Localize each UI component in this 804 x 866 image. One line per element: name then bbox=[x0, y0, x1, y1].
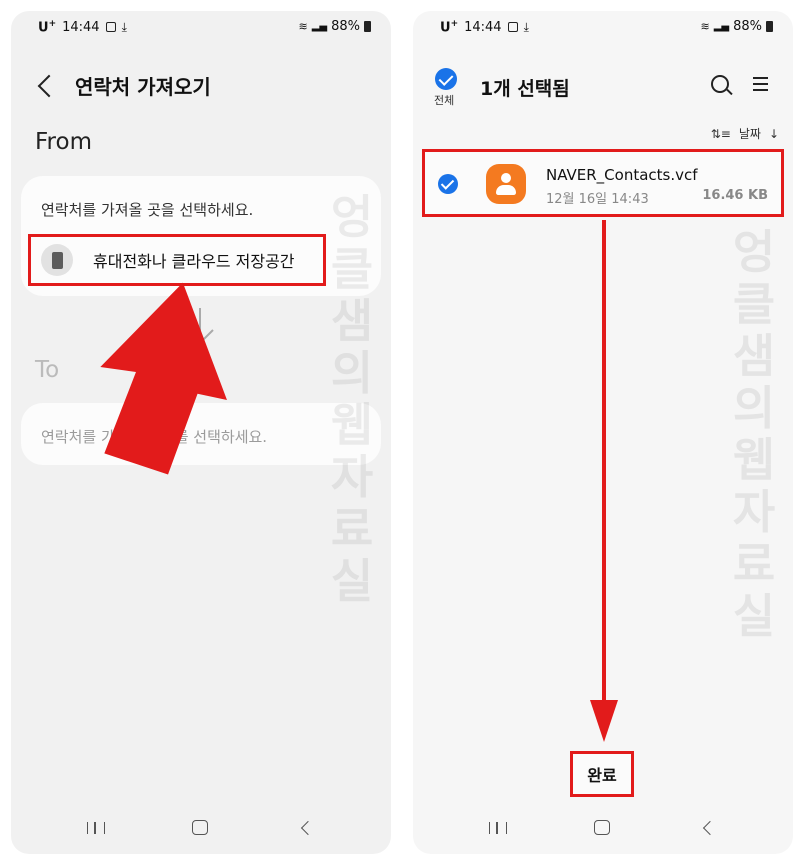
phone-screen-left: U+ 14:44 ⤓ ≋ ▂▄ 88% 연락처 가져오기 From 연락처를 가… bbox=[11, 11, 391, 854]
battery-percent: 88% bbox=[733, 19, 762, 34]
watermark: 엉클샘의웹자료실 bbox=[330, 190, 374, 608]
signal-icon: ▂▄ bbox=[713, 21, 730, 32]
home-icon[interactable] bbox=[192, 820, 208, 835]
carrier-label: U+ bbox=[440, 19, 459, 36]
clock: 14:44 bbox=[62, 19, 100, 35]
page-title: 연락처 가져오기 bbox=[75, 75, 211, 99]
red-annotation-arrow bbox=[100, 282, 227, 475]
source-option-phone-cloud[interactable]: 휴대전화나 클라우드 저장공간 bbox=[28, 234, 326, 286]
phone-icon bbox=[41, 244, 73, 276]
recent-apps-icon[interactable] bbox=[489, 822, 507, 834]
source-option-label: 휴대전화나 클라우드 저장공간 bbox=[93, 252, 295, 271]
watermark: 엉클샘의웹자료실 bbox=[732, 225, 776, 643]
carrier-label: U+ bbox=[38, 19, 57, 36]
battery-icon bbox=[766, 21, 773, 32]
contact-icon bbox=[486, 164, 526, 204]
download-icon: ⤓ bbox=[121, 19, 127, 34]
sort-controls: ⇅≡ 날짜 ↓ bbox=[711, 125, 779, 142]
file-checkbox[interactable] bbox=[438, 174, 458, 194]
wifi-icon: ≋ bbox=[298, 20, 308, 33]
file-date: 12월 16일 14:43 bbox=[546, 192, 649, 207]
status-bar: U+ 14:44 ⤓ ≋ ▂▄ 88% bbox=[413, 11, 793, 41]
download-icon: ⤓ bbox=[523, 19, 529, 34]
red-annotation-line bbox=[602, 220, 606, 720]
file-list-item[interactable]: NAVER_Contacts.vcf 12월 16일 14:43 16.46 K… bbox=[422, 149, 784, 217]
image-icon bbox=[507, 22, 518, 33]
red-annotation-arrowhead bbox=[590, 700, 618, 742]
file-size: 16.46 KB bbox=[702, 188, 768, 203]
menu-icon[interactable] bbox=[753, 77, 768, 95]
nav-back-icon[interactable] bbox=[702, 820, 718, 836]
select-all-label: 전체 bbox=[434, 94, 455, 107]
nav-back-icon[interactable] bbox=[300, 820, 316, 836]
battery-icon bbox=[364, 21, 371, 32]
battery-percent: 88% bbox=[331, 19, 360, 34]
sort-direction-icon[interactable]: ↓ bbox=[769, 127, 779, 141]
status-bar: U+ 14:44 ⤓ ≋ ▂▄ 88% bbox=[11, 11, 391, 41]
to-heading: To bbox=[35, 357, 60, 383]
recent-apps-icon[interactable] bbox=[87, 822, 105, 834]
from-heading: From bbox=[35, 129, 92, 155]
file-name: NAVER_Contacts.vcf bbox=[546, 166, 698, 184]
sort-icon[interactable]: ⇅≡ bbox=[711, 127, 731, 141]
sort-label[interactable]: 날짜 bbox=[739, 125, 761, 142]
app-header: 연락처 가져오기 bbox=[33, 71, 211, 100]
wifi-icon: ≋ bbox=[700, 20, 710, 33]
home-icon[interactable] bbox=[594, 820, 610, 835]
nav-bar bbox=[11, 808, 391, 854]
nav-bar bbox=[413, 808, 793, 854]
clock: 14:44 bbox=[464, 19, 502, 35]
selection-count-title: 1개 선택됨 bbox=[480, 78, 570, 100]
search-icon[interactable] bbox=[711, 75, 729, 93]
select-all-checkbox[interactable] bbox=[435, 68, 457, 90]
image-icon bbox=[105, 22, 116, 33]
from-hint: 연락처를 가져올 곳을 선택하세요. bbox=[41, 201, 254, 219]
back-icon[interactable] bbox=[37, 74, 61, 97]
done-button[interactable]: 완료 bbox=[570, 751, 634, 797]
signal-icon: ▂▄ bbox=[311, 21, 328, 32]
